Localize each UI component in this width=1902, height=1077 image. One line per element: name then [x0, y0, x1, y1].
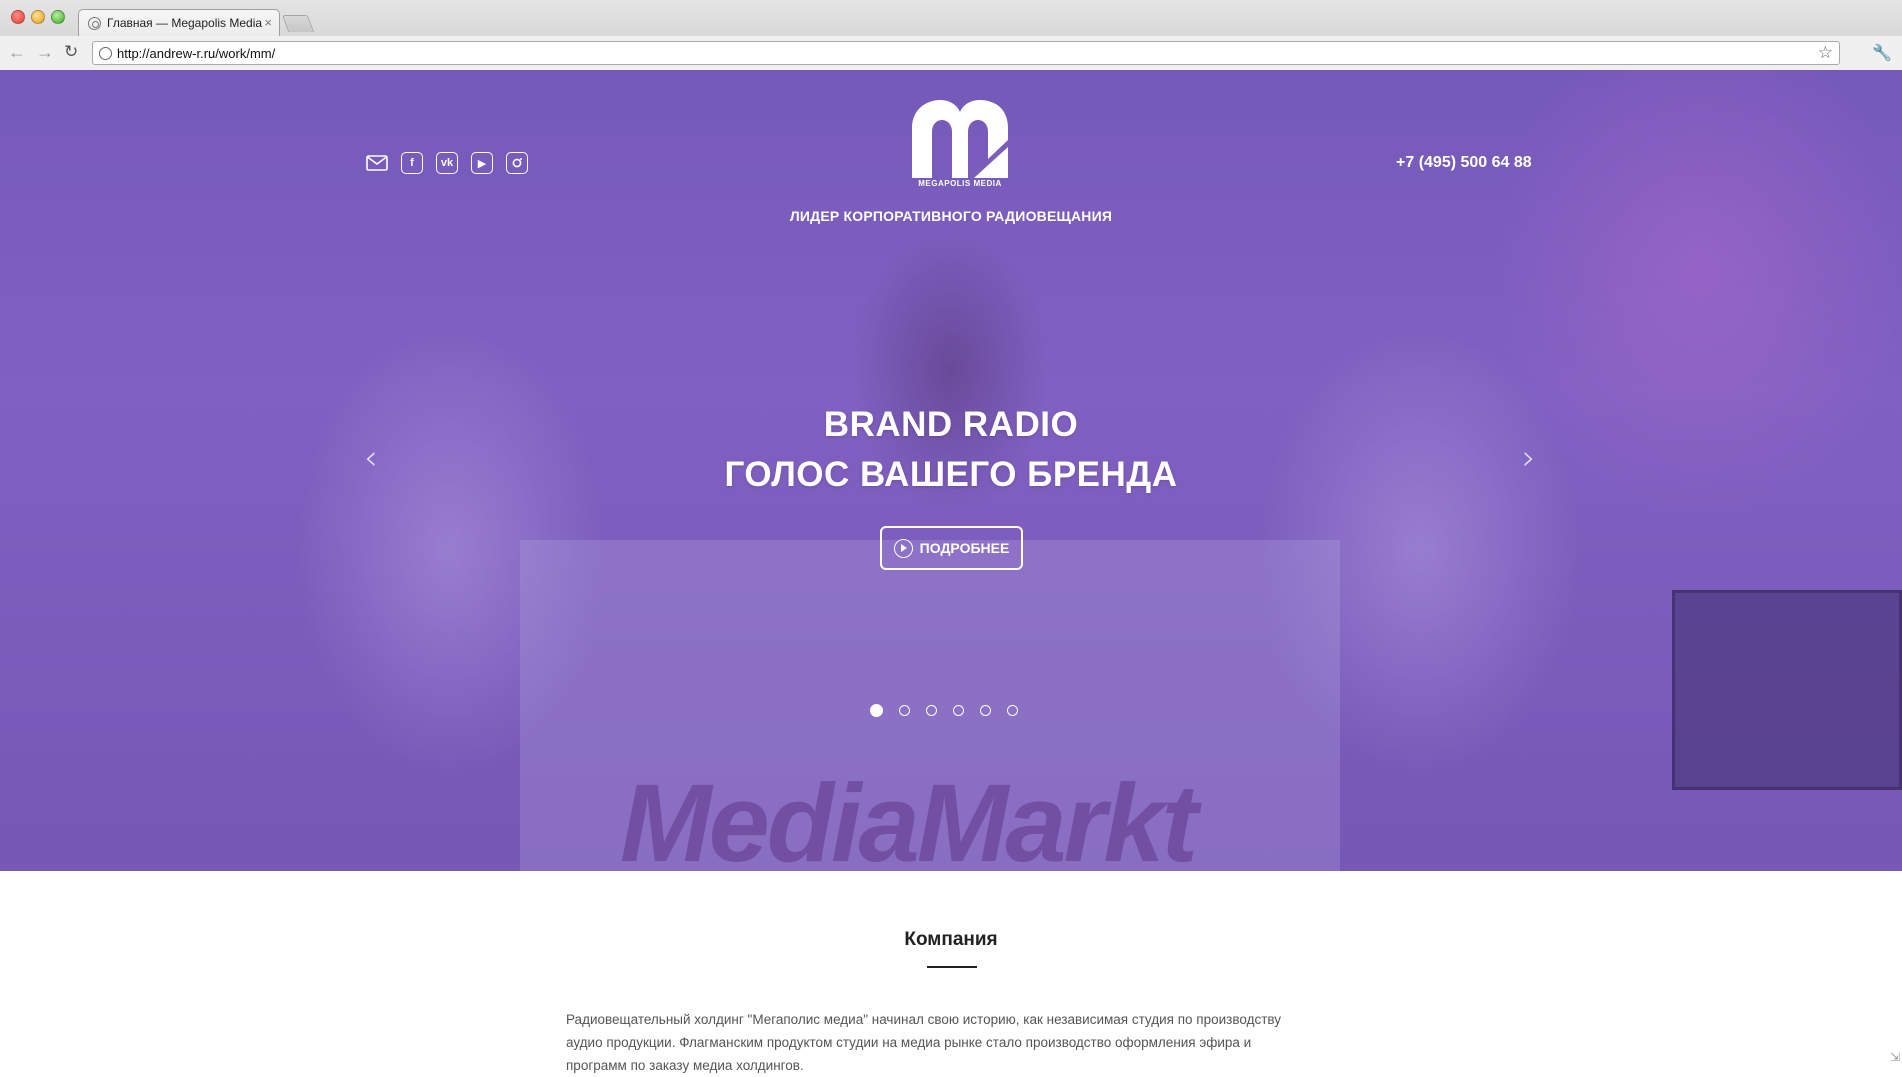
- slide-headline-line1: BRAND RADIO: [0, 405, 1902, 445]
- minimize-window-button[interactable]: [31, 10, 45, 24]
- resize-handle-icon[interactable]: ⇲: [1890, 1050, 1900, 1064]
- slide-headline-line2: ГОЛОС ВАШЕГО БРЕНДА: [0, 455, 1902, 495]
- browser-tab[interactable]: Главная — Megapolis Media ×: [78, 9, 280, 36]
- tab-strip: Главная — Megapolis Media ×: [0, 0, 1902, 36]
- star-icon[interactable]: ☆: [1818, 43, 1833, 63]
- close-window-button[interactable]: [11, 10, 25, 24]
- url-text[interactable]: http://andrew-r.ru/work/mm/: [117, 46, 275, 61]
- hero-slider: MediaMarkt f vk ▶ MEGAPOLIS MEDIA ЛИДЕР …: [0, 70, 1902, 871]
- page-info-icon[interactable]: [99, 47, 112, 60]
- mail-icon[interactable]: [366, 152, 388, 174]
- more-button[interactable]: ПОДРОБНЕЕ: [880, 526, 1023, 570]
- vk-icon[interactable]: vk: [436, 152, 458, 174]
- tab-close-icon[interactable]: ×: [264, 15, 272, 30]
- tagline: ЛИДЕР КОРПОРАТИВНОГО РАДИОВЕЩАНИЯ: [0, 208, 1902, 224]
- logo-caption: MEGAPOLIS MEDIA: [910, 179, 1010, 188]
- company-description: Радиовещательный холдинг "Мегаполис меди…: [566, 1008, 1306, 1077]
- title-underline: [927, 966, 977, 968]
- forward-icon[interactable]: →: [36, 43, 54, 61]
- zoom-window-button[interactable]: [51, 10, 65, 24]
- facebook-icon[interactable]: f: [401, 152, 423, 174]
- play-icon: [894, 539, 913, 558]
- slider-dot-3[interactable]: [926, 705, 937, 716]
- browser-chrome: Главная — Megapolis Media × ← → ↻ http:/…: [0, 0, 1902, 70]
- address-bar[interactable]: http://andrew-r.ru/work/mm/ ☆: [92, 41, 1840, 65]
- phone-number[interactable]: +7 (495) 500 64 88: [1396, 154, 1532, 172]
- slider-prev-arrow[interactable]: ‹: [364, 438, 378, 478]
- slider-next-arrow[interactable]: ›: [1522, 438, 1536, 478]
- slider-dot-1[interactable]: [870, 704, 883, 717]
- more-button-label: ПОДРОБНЕЕ: [920, 540, 1010, 556]
- slider-dot-4[interactable]: [953, 705, 964, 716]
- hero-content: f vk ▶ MEGAPOLIS MEDIA ЛИДЕР КОРПОРАТИВН…: [0, 70, 1902, 871]
- youtube-icon[interactable]: ▶: [471, 152, 493, 174]
- reload-icon[interactable]: ↻: [64, 43, 78, 61]
- new-tab-button[interactable]: [282, 15, 314, 32]
- social-links: f vk ▶: [366, 152, 528, 174]
- instagram-icon[interactable]: [506, 152, 528, 174]
- tab-title: Главная — Megapolis Media: [107, 16, 262, 30]
- page-favicon-icon: [88, 17, 101, 30]
- megapolis-media-logo[interactable]: [910, 98, 1010, 188]
- browser-toolbar: ← → ↻ http://andrew-r.ru/work/mm/ ☆ 🔧: [0, 36, 1902, 70]
- slider-dot-6[interactable]: [1007, 705, 1018, 716]
- slider-dot-2[interactable]: [899, 705, 910, 716]
- slider-pagination: [870, 704, 1018, 717]
- slider-dot-5[interactable]: [980, 705, 991, 716]
- wrench-icon[interactable]: 🔧: [1872, 43, 1892, 63]
- company-section-title: Компания: [0, 929, 1902, 951]
- back-icon[interactable]: ←: [8, 43, 26, 61]
